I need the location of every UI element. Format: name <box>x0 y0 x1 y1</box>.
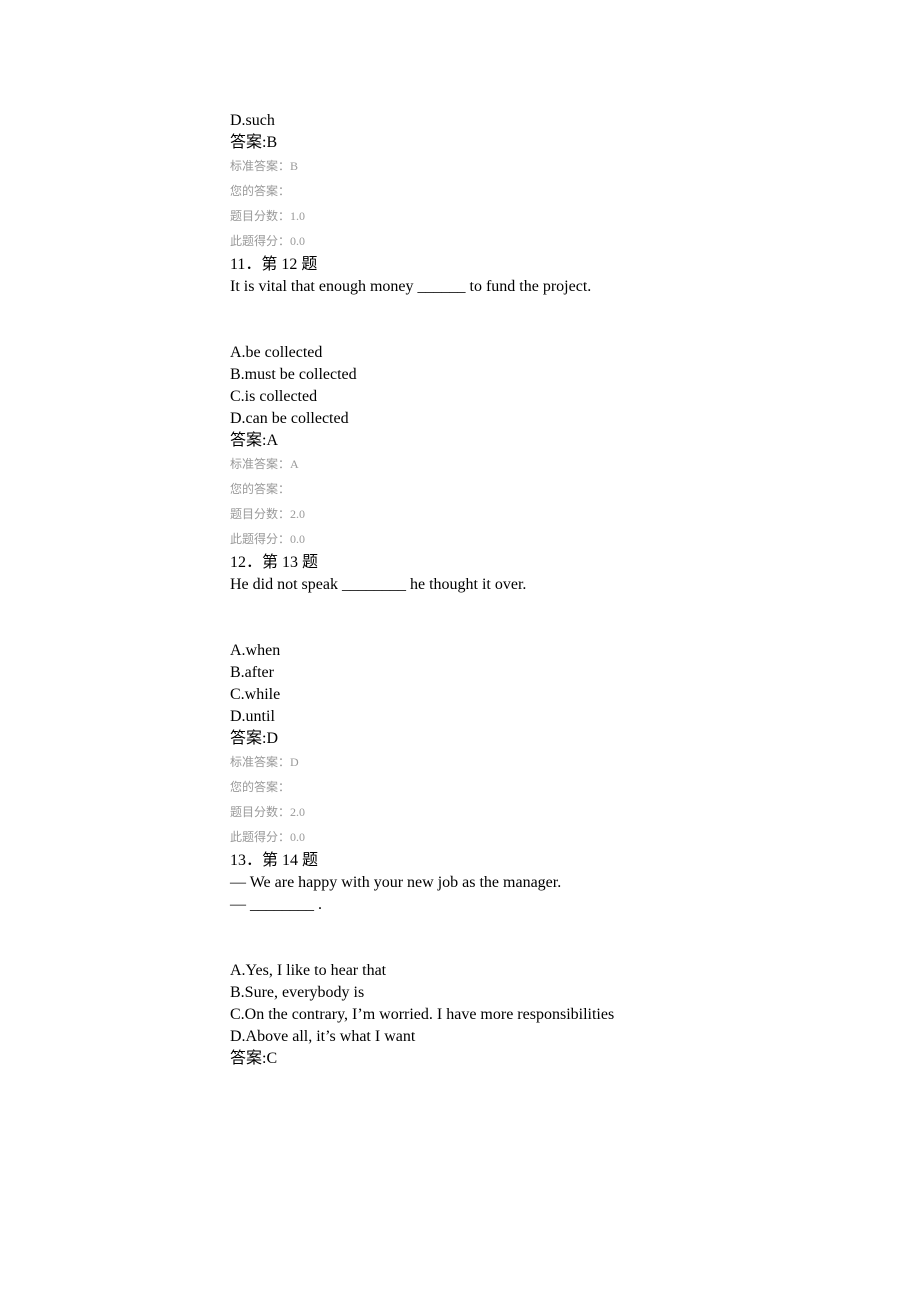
your-answer: 您的答案： <box>230 775 690 800</box>
option-d: D.until <box>230 706 690 728</box>
score-got: 此题得分：0.0 <box>230 825 690 850</box>
question-body: He did not speak ________ he thought it … <box>230 574 690 596</box>
question-header: 13．第 14 题 <box>230 850 690 872</box>
option-a: A.be collected <box>230 342 690 364</box>
score-max: 题目分数：1.0 <box>230 204 690 229</box>
document-page: D.such 答案:B 标准答案：B 您的答案： 题目分数：1.0 此题得分：0… <box>0 0 920 1150</box>
blank-line <box>230 298 690 320</box>
option-a: A.Yes, I like to hear that <box>230 960 690 982</box>
option-b: B.after <box>230 662 690 684</box>
question-body: It is vital that enough money ______ to … <box>230 276 690 298</box>
option-d: D.can be collected <box>230 408 690 430</box>
score-max: 题目分数：2.0 <box>230 502 690 527</box>
option-b: B.Sure, everybody is <box>230 982 690 1004</box>
question-body-line-2: — ________ . <box>230 894 690 916</box>
your-answer: 您的答案： <box>230 179 690 204</box>
score-got: 此题得分：0.0 <box>230 527 690 552</box>
blank-line <box>230 916 690 938</box>
score-max: 题目分数：2.0 <box>230 800 690 825</box>
standard-answer: 标准答案：D <box>230 750 690 775</box>
blank-line <box>230 618 690 640</box>
blank-line <box>230 596 690 618</box>
option-b: B.must be collected <box>230 364 690 386</box>
option-d: D.Above all, it’s what I want <box>230 1026 690 1048</box>
question-header: 11．第 12 题 <box>230 254 690 276</box>
question-body-line-1: — We are happy with your new job as the … <box>230 872 690 894</box>
standard-answer: 标准答案：A <box>230 452 690 477</box>
option-c: C.On the contrary, I’m worried. I have m… <box>230 1004 690 1026</box>
option-d: D.such <box>230 110 690 132</box>
answer-label: 答案:B <box>230 132 690 154</box>
option-c: C.while <box>230 684 690 706</box>
blank-line <box>230 938 690 960</box>
standard-answer: 标准答案：B <box>230 154 690 179</box>
your-answer: 您的答案： <box>230 477 690 502</box>
score-got: 此题得分：0.0 <box>230 229 690 254</box>
answer-label: 答案:C <box>230 1048 690 1070</box>
answer-label: 答案:A <box>230 430 690 452</box>
option-a: A.when <box>230 640 690 662</box>
option-c: C.is collected <box>230 386 690 408</box>
answer-label: 答案:D <box>230 728 690 750</box>
question-header: 12．第 13 题 <box>230 552 690 574</box>
blank-line <box>230 320 690 342</box>
